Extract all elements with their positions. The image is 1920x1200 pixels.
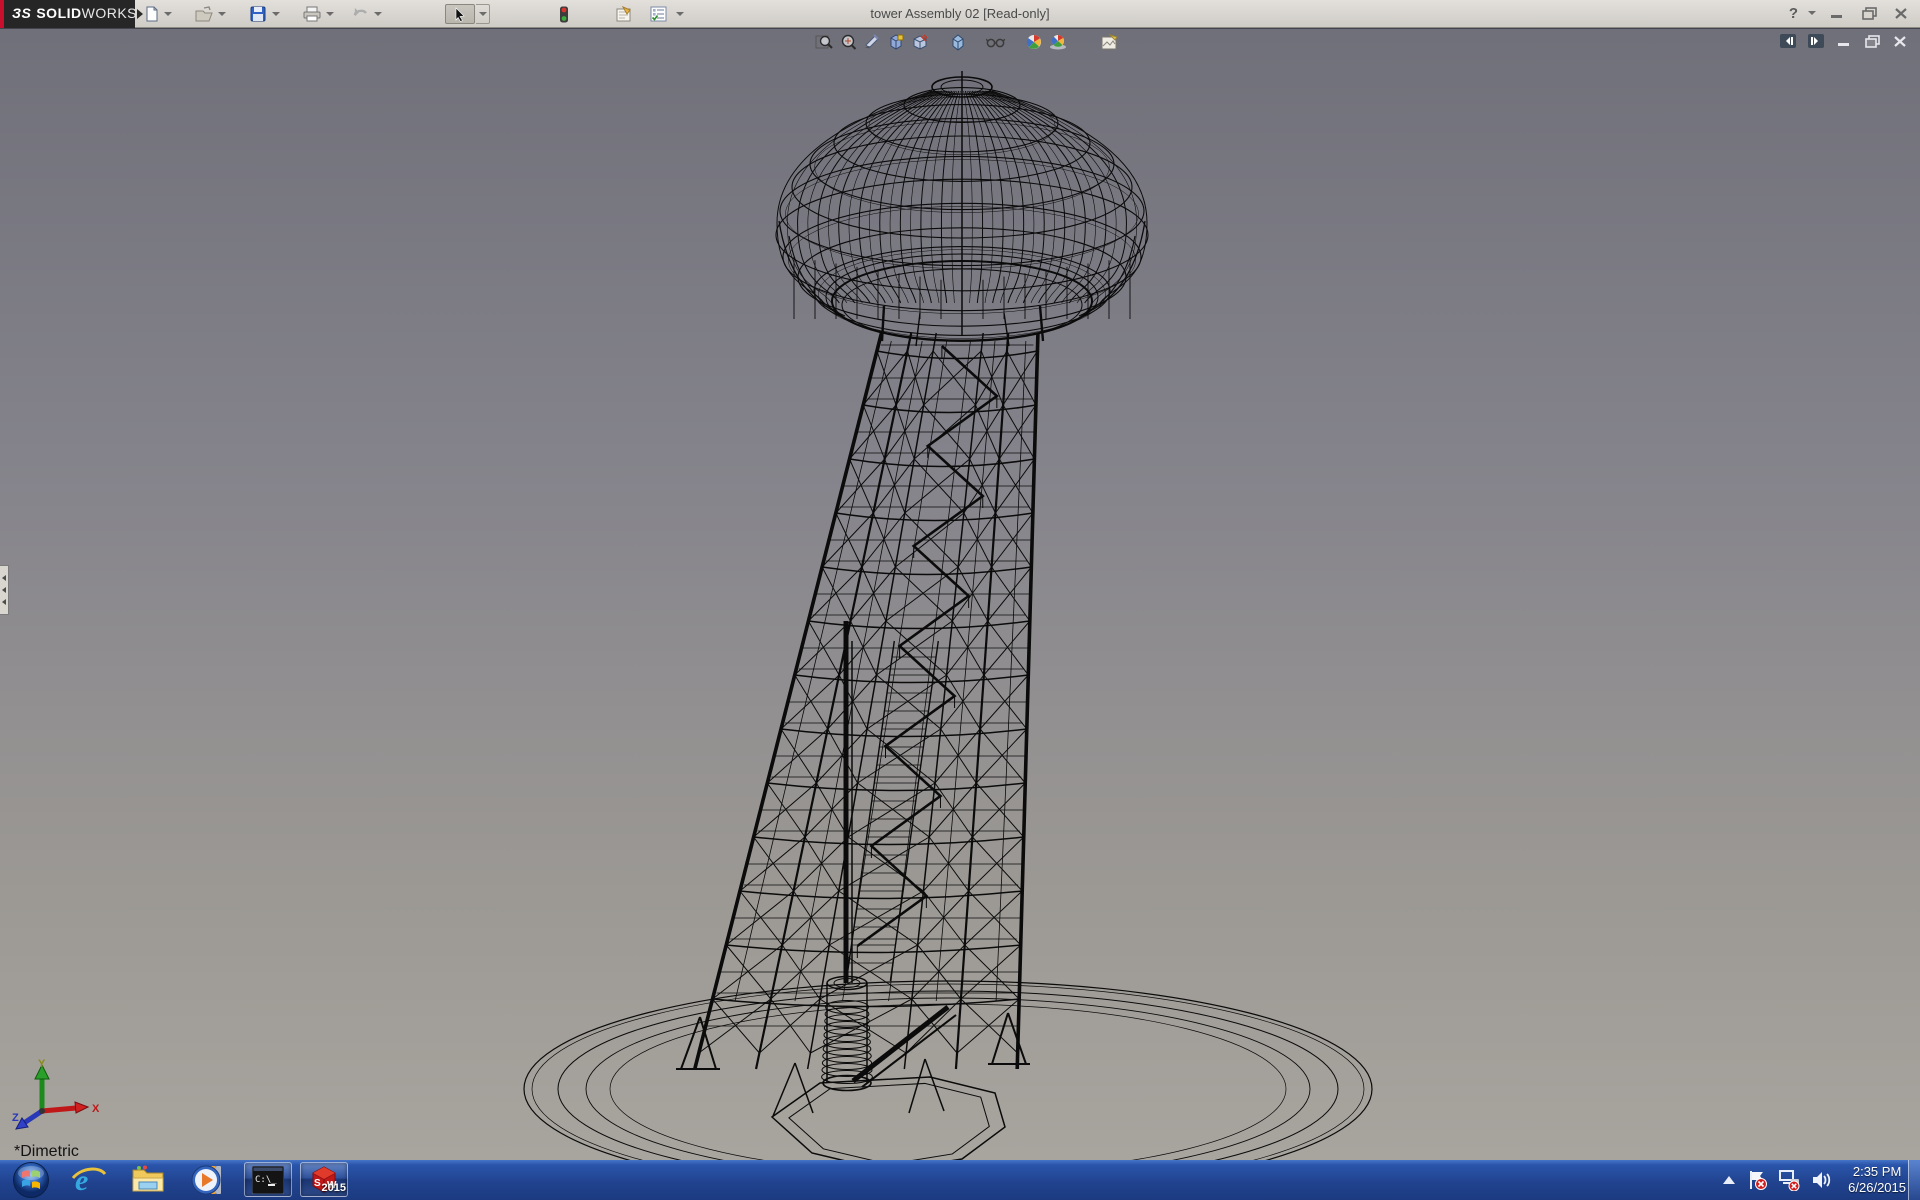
- volume-icon[interactable]: [1811, 1170, 1833, 1190]
- command-prompt-button[interactable]: C:\_: [244, 1162, 292, 1197]
- reference-triad: Y X Z: [10, 1059, 110, 1139]
- cmd-label: C:\_: [255, 1175, 277, 1185]
- network-status-icon[interactable]: [1778, 1169, 1800, 1191]
- show-desktop-button[interactable]: [1908, 1160, 1920, 1200]
- open-caret[interactable]: [218, 12, 226, 16]
- solidworks-2015-button[interactable]: SW 2015: [300, 1162, 348, 1197]
- brand-text-solid: SOLID: [36, 5, 81, 21]
- system-tray: 2:35 PM 6/26/2015: [1722, 1160, 1906, 1200]
- svg-text:S: S: [314, 1178, 321, 1189]
- select-tool-caret[interactable]: [476, 4, 490, 24]
- clock-date: 6/26/2015: [1848, 1180, 1906, 1196]
- select-tool-button[interactable]: [445, 4, 475, 24]
- svg-text:X: X: [92, 1103, 100, 1115]
- undo-caret[interactable]: [374, 12, 382, 16]
- options-button[interactable]: [646, 3, 670, 25]
- solidworks-logo-glyph: ЗS: [12, 5, 31, 21]
- solidworks-window: ЗS SOLIDWORKS: [0, 0, 1920, 1200]
- start-button[interactable]: [10, 1160, 52, 1200]
- window-title: tower Assembly 02 [Read-only]: [870, 6, 1049, 21]
- view-orientation-label: *Dimetric: [14, 1143, 79, 1161]
- help-button[interactable]: ?: [1789, 5, 1798, 22]
- brand-text-works: WORKS: [82, 5, 137, 21]
- taskbar-clock[interactable]: 2:35 PM 6/26/2015: [1848, 1164, 1906, 1196]
- app-restore-button[interactable]: [1858, 4, 1880, 22]
- sw-version-label: 2015: [322, 1182, 346, 1194]
- action-center-icon[interactable]: [1747, 1169, 1767, 1191]
- clock-time: 2:35 PM: [1848, 1164, 1906, 1180]
- windows-explorer-icon[interactable]: [128, 1160, 170, 1200]
- svg-text:Z: Z: [12, 1112, 19, 1124]
- print-caret[interactable]: [326, 12, 334, 16]
- open-button[interactable]: [192, 3, 216, 25]
- windows-taskbar: e C:\_ SW 2015: [0, 1160, 1920, 1200]
- new-document-button[interactable]: [140, 3, 164, 25]
- svg-text:Y: Y: [38, 1059, 46, 1070]
- media-player-icon[interactable]: [188, 1160, 230, 1200]
- rebuild-button[interactable]: [612, 3, 636, 25]
- show-hidden-icons-button[interactable]: [1722, 1175, 1736, 1185]
- help-caret[interactable]: [1808, 11, 1816, 15]
- save-button[interactable]: [246, 3, 270, 25]
- app-minimize-button[interactable]: [1826, 4, 1848, 22]
- print-button[interactable]: [300, 3, 324, 25]
- save-caret[interactable]: [272, 12, 280, 16]
- tower-wireframe-model: [0, 29, 1920, 1161]
- options-caret[interactable]: [676, 12, 684, 16]
- solidworks-logo[interactable]: ЗS SOLIDWORKS: [0, 0, 135, 28]
- internet-explorer-icon[interactable]: e: [68, 1160, 110, 1200]
- app-close-button[interactable]: [1890, 4, 1912, 22]
- appearances-button[interactable]: [552, 3, 576, 25]
- undo-button[interactable]: [348, 3, 372, 25]
- logo-red-stripe: [0, 0, 4, 28]
- title-bar: ЗS SOLIDWORKS: [0, 0, 1920, 28]
- graphics-viewport[interactable]: Y X Z *Dimetric: [0, 28, 1920, 1160]
- new-document-caret[interactable]: [164, 12, 172, 16]
